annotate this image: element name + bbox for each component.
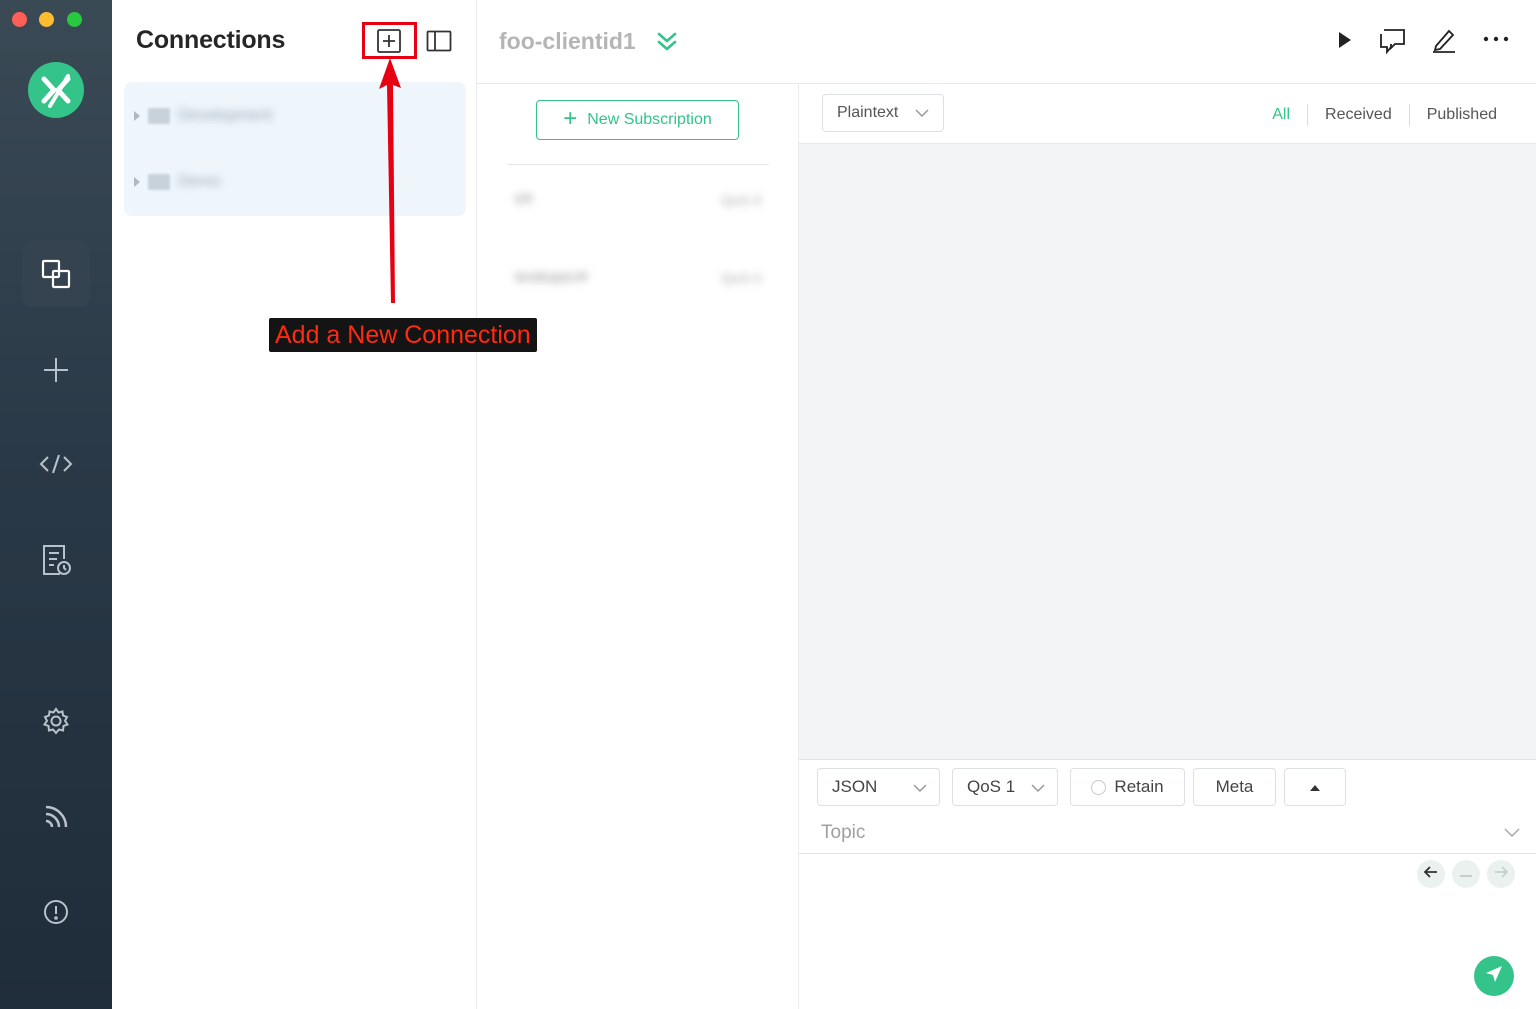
retain-label: Retain xyxy=(1114,777,1164,796)
chevron-down-icon[interactable] xyxy=(1504,824,1520,842)
toggle-panel-button[interactable] xyxy=(426,30,452,52)
edit-button[interactable] xyxy=(1430,26,1458,54)
tree-group[interactable]: Demo xyxy=(124,150,466,214)
log-icon xyxy=(40,543,72,577)
retain-checkbox[interactable]: Retain xyxy=(1070,768,1185,806)
radio-circle xyxy=(1091,779,1107,795)
plus-icon: + xyxy=(563,105,578,132)
mqttx-logo xyxy=(28,62,84,118)
new-subscription-button[interactable]: + New Subscription xyxy=(536,100,739,140)
sidebar-item-feed[interactable] xyxy=(22,784,90,850)
connection-header: foo-clientid1 xyxy=(477,0,1536,84)
connections-title: Connections xyxy=(136,26,286,54)
publish-panel: JSON QoS 1 Retain Meta xyxy=(799,759,1536,1009)
payload-format-select[interactable]: JSON xyxy=(817,768,940,806)
new-window-button[interactable] xyxy=(1379,26,1407,55)
code-icon xyxy=(39,453,73,475)
send-icon xyxy=(1484,964,1504,989)
caret-right-icon xyxy=(134,177,140,187)
qos-select[interactable]: QoS 1 xyxy=(952,768,1058,806)
subscriptions-panel: + New Subscription t/# QoS 0 testtopic/#… xyxy=(477,84,799,1009)
arrow-left-icon xyxy=(1423,865,1438,883)
double-chevron-down-icon xyxy=(655,32,679,58)
connection-name: foo-clientid1 xyxy=(499,28,636,54)
chevron-down-icon xyxy=(1031,777,1045,797)
qos-value: QoS 1 xyxy=(967,777,1016,796)
subscription-item[interactable]: testtopic/# QoS 0 xyxy=(507,248,769,308)
payload-type-select[interactable]: Plaintext xyxy=(822,94,944,132)
payload-type-value: Plaintext xyxy=(837,104,899,121)
subscription-topic: testtopic/# xyxy=(515,269,588,286)
topic-row xyxy=(799,812,1536,854)
sidebar-item-new-connection[interactable] xyxy=(22,337,90,403)
chevron-down-icon xyxy=(913,777,927,797)
info-icon xyxy=(43,899,69,925)
message-toolbar: Plaintext All Received Published xyxy=(799,84,1536,144)
folder-icon xyxy=(148,108,170,124)
pencil-icon xyxy=(1430,29,1458,58)
history-prev-button[interactable] xyxy=(1417,860,1445,888)
annotation-arrow xyxy=(379,58,401,303)
topic-input[interactable] xyxy=(821,820,1501,846)
chevron-down-icon xyxy=(915,104,929,122)
add-connection-button[interactable] xyxy=(376,28,402,54)
plus-square-icon xyxy=(376,29,402,58)
sidebar-item-script[interactable] xyxy=(22,431,90,497)
sidebar-item-log[interactable] xyxy=(22,527,90,593)
expand-button[interactable] xyxy=(1284,768,1346,806)
tab-received[interactable]: Received xyxy=(1307,104,1409,126)
caret-right-icon xyxy=(134,111,140,121)
tree-group-label: Demo xyxy=(178,173,221,190)
tree-group[interactable]: Development xyxy=(124,84,466,148)
subscription-topic: t/# xyxy=(515,191,533,208)
close-window-button[interactable] xyxy=(12,12,27,27)
arrow-right-icon xyxy=(1494,865,1509,883)
subscription-item[interactable]: t/# QoS 0 xyxy=(507,170,769,230)
sidebar-item-settings[interactable] xyxy=(22,688,90,754)
more-button[interactable] xyxy=(1482,26,1510,54)
collapse-button[interactable] xyxy=(655,30,679,54)
caret-up-icon xyxy=(1309,777,1321,797)
subscription-qos: QoS 0 xyxy=(721,192,761,208)
more-dots-icon xyxy=(1482,36,1510,58)
sidebar-item-about[interactable] xyxy=(22,879,90,945)
sidebar-layout-icon xyxy=(426,30,452,56)
message-filter-tabs: All Received Published xyxy=(1255,104,1514,126)
new-subscription-label: New Subscription xyxy=(587,111,712,128)
history-clear-button[interactable] xyxy=(1452,860,1480,888)
connect-button[interactable] xyxy=(1330,26,1358,54)
app-sidebar xyxy=(0,0,112,1009)
subscription-qos: QoS 0 xyxy=(721,270,761,286)
meta-button[interactable]: Meta xyxy=(1193,768,1276,806)
divider xyxy=(507,164,769,165)
zoom-window-button[interactable] xyxy=(67,12,82,27)
rss-icon xyxy=(43,804,69,830)
connections-icon xyxy=(40,258,72,290)
meta-label: Meta xyxy=(1215,777,1254,796)
sidebar-item-connections[interactable] xyxy=(22,241,90,307)
gear-icon xyxy=(42,707,70,735)
send-button[interactable] xyxy=(1474,956,1514,996)
play-icon xyxy=(1330,32,1358,58)
minus-icon xyxy=(1459,865,1473,883)
message-list: Plaintext All Received Published xyxy=(799,84,1536,759)
history-next-button[interactable] xyxy=(1487,860,1515,888)
plus-icon xyxy=(42,356,70,384)
connection-tree: Development Demo xyxy=(124,82,466,216)
tab-published[interactable]: Published xyxy=(1408,104,1514,126)
folder-icon xyxy=(148,174,170,190)
minimize-window-button[interactable] xyxy=(39,12,54,27)
tree-group-label: Development xyxy=(178,107,273,124)
annotation-label: Add a New Connection xyxy=(269,318,537,352)
chat-windows-icon xyxy=(1379,29,1407,58)
payload-format-value: JSON xyxy=(832,777,878,796)
connections-panel: Connections Development Demo xyxy=(112,0,477,1009)
tab-all[interactable]: All xyxy=(1255,104,1307,126)
